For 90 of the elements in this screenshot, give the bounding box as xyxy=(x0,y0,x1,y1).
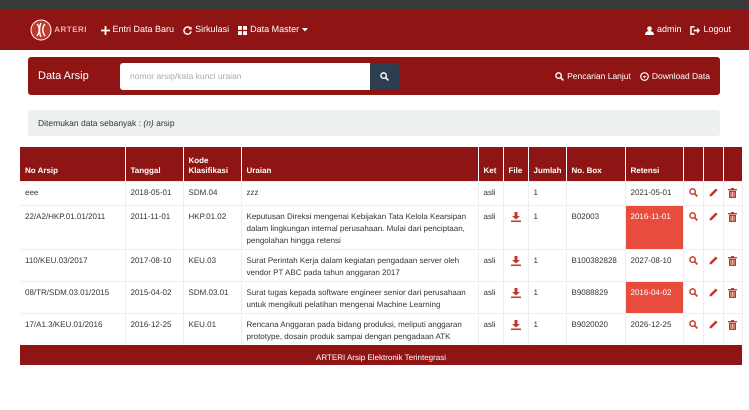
box-number: B100382828 xyxy=(572,256,617,264)
nav-link[interactable]: Logout xyxy=(690,23,731,37)
column-header: Uraian xyxy=(241,147,478,181)
retention-date: 2026-12-25 xyxy=(630,320,672,328)
view-icon[interactable] xyxy=(688,256,698,264)
edit-icon[interactable] xyxy=(708,256,718,264)
classification-code: SDM.03.01 xyxy=(188,288,229,296)
box-number: B02003 xyxy=(572,212,600,220)
column-header: File xyxy=(503,147,528,181)
column-header: Kode Klasifikasi xyxy=(183,147,241,181)
download-icon[interactable] xyxy=(510,256,520,266)
nav-link[interactable]: admin xyxy=(644,23,682,37)
description-text: zzz xyxy=(246,188,258,196)
column-header: Retensi xyxy=(625,147,683,181)
search-button[interactable] xyxy=(370,62,399,90)
download-icon[interactable] xyxy=(510,288,520,298)
description-text: Surat Perintah Kerja dalam kegiatan pengadaan server oleh vendor PT ABC pada tahun anggaran 2017 xyxy=(246,256,460,276)
download-icon xyxy=(640,72,649,80)
date-text: 2015-04-02 xyxy=(130,288,172,296)
quantity-text: 1 xyxy=(534,256,538,264)
column-header: No Arsip xyxy=(20,147,125,181)
user-icon xyxy=(644,26,654,34)
refresh-icon xyxy=(183,26,192,34)
nav-link[interactable]: Entri Data Baru xyxy=(100,23,174,37)
status-text: asli xyxy=(484,212,496,220)
search-icon xyxy=(555,72,564,80)
result-count-text: Ditemukan data sebanyak : (n) arsip xyxy=(38,116,175,130)
date-text: 2011-11-01 xyxy=(130,212,170,220)
delete-icon[interactable] xyxy=(728,188,737,198)
download-icon[interactable] xyxy=(510,320,520,330)
footer-text: ARTERI Arsip Elektronik Terintegrasi xyxy=(316,352,446,362)
classification-code: HKP.01.02 xyxy=(188,212,226,220)
archive-number: 110/KEU.03/2017 xyxy=(25,256,88,264)
classification-code: KEU.03 xyxy=(188,256,216,264)
box-number: B9020020 xyxy=(572,320,608,328)
panel-link[interactable]: Download Data xyxy=(640,70,710,82)
logo-text: ARTERI xyxy=(54,24,88,36)
column-header: Jumlah xyxy=(528,147,566,181)
logo-icon xyxy=(30,19,52,41)
classification-code: SDM.04 xyxy=(188,188,218,196)
search-icon xyxy=(380,72,389,80)
delete-icon[interactable] xyxy=(728,256,737,266)
view-icon[interactable] xyxy=(688,212,698,220)
edit-icon[interactable] xyxy=(708,288,718,296)
download-icon[interactable] xyxy=(510,212,520,222)
description-text: Keputusan Direksi mengenai Kebijakan Tata Kelola Kearsipan dalam lingkungan internal perusahaan. Mulai dari penciptaan, pengolahan hingga retensi xyxy=(246,212,466,244)
archive-number: 17/A1.3/KEU.01/2016 xyxy=(25,320,102,328)
nav-link[interactable]: Sirkulasi xyxy=(183,23,230,37)
archive-number: 08/TR/SDM.03.01/2015 xyxy=(25,288,110,296)
logout-icon xyxy=(690,26,700,34)
quantity-text: 1 xyxy=(534,212,538,220)
plus-icon xyxy=(100,26,110,34)
retention-date: 2021-05-01 xyxy=(630,188,672,196)
view-icon[interactable] xyxy=(688,188,698,196)
retention-date: 2027-08-10 xyxy=(630,256,672,264)
quantity-text: 1 xyxy=(534,288,538,296)
column-header: Ket xyxy=(478,147,503,181)
description-text: Rencana Anggaran pada bidang produksi, meliputi anggaran prototype, dosain produk sampai dengan pengadaan ATK xyxy=(246,320,462,340)
edit-icon[interactable] xyxy=(708,320,718,328)
date-text: 2016-12-25 xyxy=(130,320,172,328)
delete-icon[interactable] xyxy=(728,212,737,222)
retention-cell: 2016-04-02 xyxy=(625,281,683,313)
quantity-text: 1 xyxy=(534,320,538,328)
column-header: Tanggal xyxy=(125,147,183,181)
retention-cell: 2016-11-01 xyxy=(625,205,683,249)
search-field[interactable]: nomor arsip/kata kunci uraian xyxy=(120,62,370,90)
classification-code: KEU.01 xyxy=(188,320,216,328)
caret-icon xyxy=(302,28,308,32)
quantity-text: 1 xyxy=(534,188,538,196)
archive-number: 22/A2/HKP.01.01/2011 xyxy=(25,212,106,220)
status-text: asli xyxy=(484,188,496,196)
date-text: 2018-05-01 xyxy=(130,188,172,196)
panel-link[interactable]: Pencarian Lanjut xyxy=(555,70,631,82)
grid-icon xyxy=(238,26,248,34)
delete-icon[interactable] xyxy=(728,288,737,298)
view-icon[interactable] xyxy=(688,320,698,328)
column-header: No. Box xyxy=(566,147,625,181)
nav-link[interactable]: Data Master xyxy=(238,23,308,37)
description-text: Surat tugas kepada software engineer senior dari perusahaan untuk mengikuti pelatihan mengenai Machine Learning xyxy=(246,288,466,308)
status-text: asli xyxy=(484,256,496,264)
edit-icon[interactable] xyxy=(708,212,718,220)
delete-icon[interactable] xyxy=(728,320,737,330)
status-text: asli xyxy=(484,288,496,296)
box-number: B9088829 xyxy=(572,288,608,296)
edit-icon[interactable] xyxy=(708,188,718,196)
date-text: 2017-08-10 xyxy=(130,256,172,264)
view-icon[interactable] xyxy=(688,288,698,296)
status-text: asli xyxy=(484,320,496,328)
panel-title: Data Arsip xyxy=(38,68,90,84)
archive-number: eee xyxy=(25,188,38,196)
